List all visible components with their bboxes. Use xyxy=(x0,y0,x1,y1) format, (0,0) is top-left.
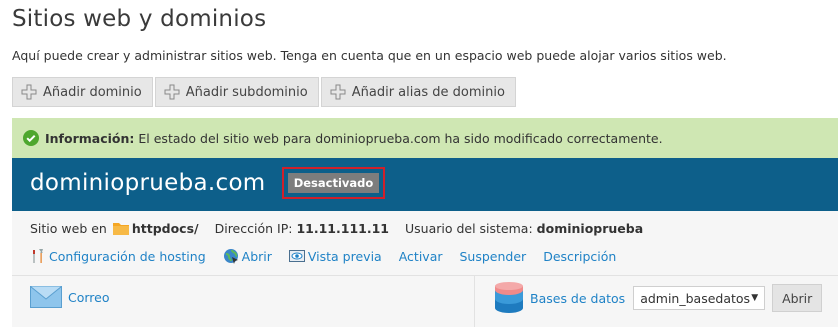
database-icon xyxy=(495,282,523,313)
hosting-settings-label: Configuración de hosting xyxy=(49,248,206,264)
suspend-link[interactable]: Suspender xyxy=(460,249,527,264)
add-domain-alias-button[interactable]: Añadir alias de dominio xyxy=(320,77,516,107)
system-user-label: Usuario del sistema: xyxy=(404,221,533,236)
domain-actions: Configuración de hosting Abrir Vista pre… xyxy=(30,248,633,264)
add-domain-alias-label: Añadir alias de dominio xyxy=(351,84,505,100)
add-subdomain-button[interactable]: Añadir subdominio xyxy=(154,77,319,107)
mail-icon xyxy=(30,286,62,308)
page-subtitle: Aquí puede crear y administrar sitios we… xyxy=(12,48,727,63)
plus-icon xyxy=(330,84,346,100)
ip-label: Dirección IP: xyxy=(214,221,293,236)
database-select-value: admin_basedatos xyxy=(640,290,751,306)
add-domain-label: Añadir dominio xyxy=(43,84,142,100)
chevron-down-icon: ▼ xyxy=(751,293,759,303)
info-alert: Información: El estado del sitio web par… xyxy=(12,118,838,158)
description-link[interactable]: Descripción xyxy=(543,249,616,264)
page-title: Sitios web y dominios xyxy=(12,6,267,32)
status-badge: Desactivado xyxy=(287,173,380,193)
preview-link[interactable]: Vista previa xyxy=(288,248,382,264)
domain-name[interactable]: dominioprueba.com xyxy=(30,170,266,196)
website-label: Sitio web en xyxy=(30,221,107,236)
open-site-link[interactable]: Abrir xyxy=(223,248,272,264)
hosting-settings-link[interactable]: Configuración de hosting xyxy=(30,248,206,264)
preview-label: Vista previa xyxy=(307,248,382,264)
activate-link[interactable]: Activar xyxy=(399,249,443,264)
open-database-button[interactable]: Abrir xyxy=(772,284,823,312)
plus-icon xyxy=(164,84,180,100)
divider xyxy=(474,276,475,327)
database-select[interactable]: admin_basedatos ▼ xyxy=(633,286,766,310)
alert-message: El estado del sitio web para dominioprue… xyxy=(138,130,663,146)
databases-link[interactable]: Bases de datos xyxy=(530,291,625,306)
alert-label: Información: xyxy=(45,130,135,146)
ip-value: 11.11.111.11 xyxy=(296,221,389,236)
folder-icon xyxy=(112,223,129,235)
plus-icon xyxy=(21,84,37,100)
open-site-label: Abrir xyxy=(241,248,272,264)
mail-label: Correo xyxy=(68,289,110,305)
activate-label: Activar xyxy=(398,248,443,264)
description-label: Descripción xyxy=(543,248,617,264)
add-domain-button[interactable]: Añadir dominio xyxy=(12,77,153,107)
suspend-label: Suspender xyxy=(459,248,527,264)
docroot-link[interactable]: httpdocs/ xyxy=(132,221,199,236)
preview-icon xyxy=(288,250,305,262)
services-row: Correo Bases de datos admin_basedatos ▼ … xyxy=(12,275,838,327)
status-highlight: Desactivado xyxy=(282,167,385,199)
domain-info: Sitio web en httpdocs/ Dirección IP: 11.… xyxy=(30,221,643,236)
domain-header: dominioprueba.com Desactivado xyxy=(12,158,838,211)
globe-icon xyxy=(223,249,238,264)
add-subdomain-label: Añadir subdominio xyxy=(185,84,308,100)
system-user-value: dominioprueba xyxy=(536,221,644,236)
toolbar: Añadir dominio Añadir subdominio Añadir … xyxy=(12,77,516,107)
check-circle-icon xyxy=(23,130,39,146)
mail-link[interactable]: Correo xyxy=(30,284,110,310)
databases-section: Bases de datos admin_basedatos ▼ Abrir xyxy=(494,281,823,315)
tools-icon xyxy=(33,249,43,263)
